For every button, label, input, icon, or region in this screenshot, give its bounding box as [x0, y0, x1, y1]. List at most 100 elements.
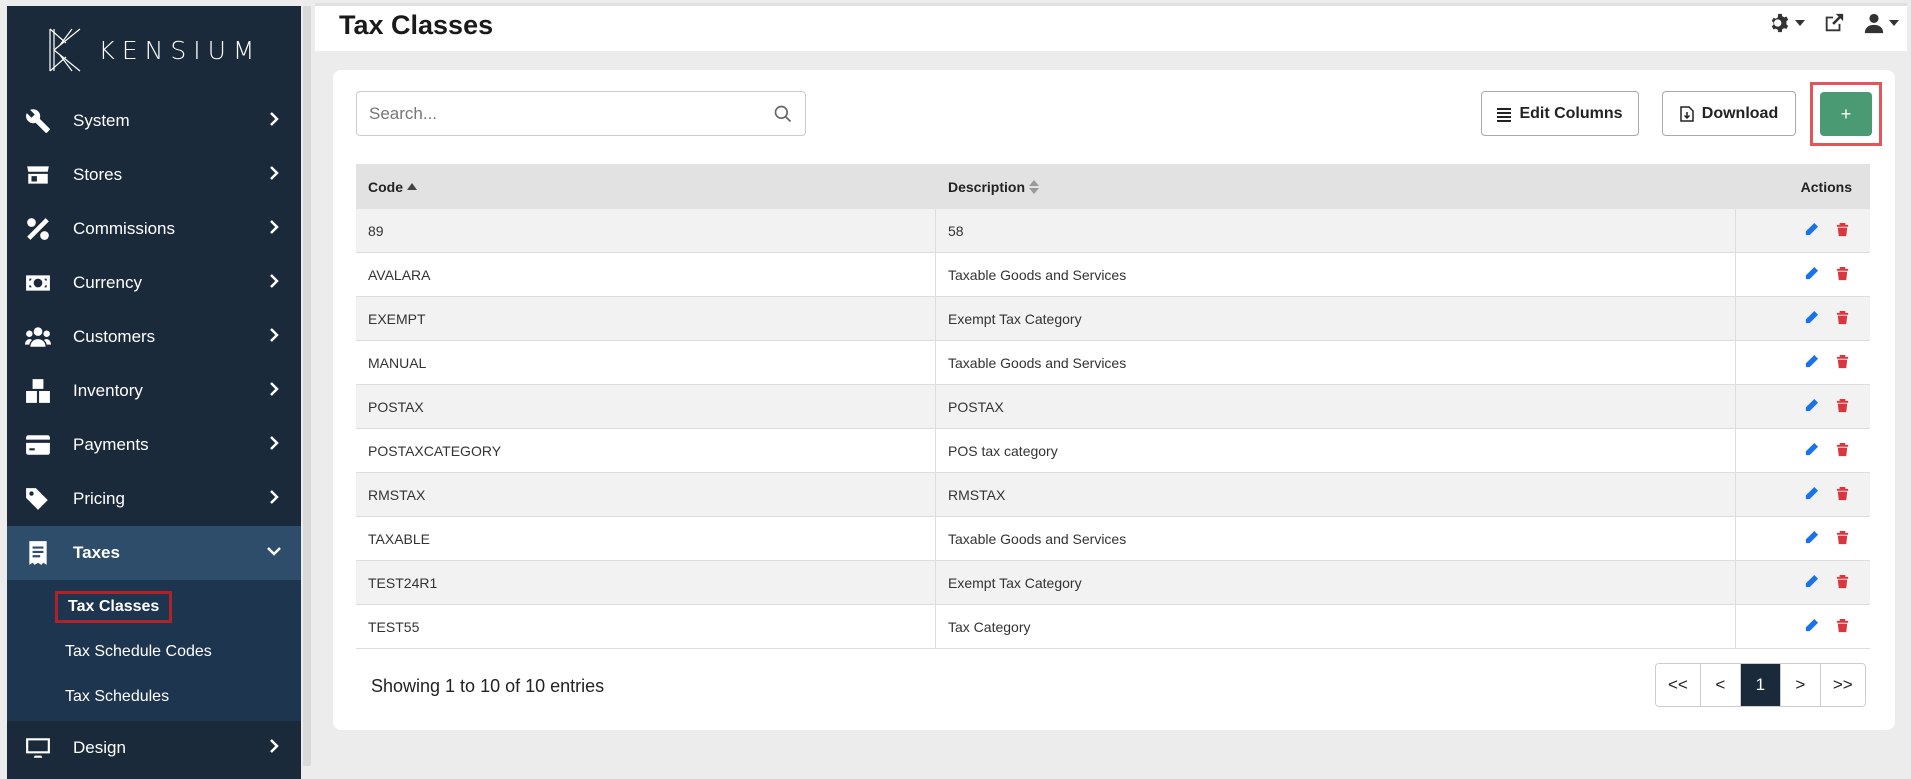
cell-actions [1736, 297, 1870, 340]
sidebar-item-label: Customers [73, 327, 156, 346]
download-button[interactable]: Download [1662, 91, 1796, 136]
brand-logo[interactable]: KENSIUM [7, 6, 301, 94]
search-box [356, 91, 806, 136]
cell-actions [1736, 209, 1870, 252]
edit-columns-button[interactable]: Edit Columns [1481, 91, 1639, 136]
edit-icon[interactable] [1804, 618, 1819, 636]
edit-icon[interactable] [1804, 442, 1819, 460]
top-header: Tax Classes [315, 3, 1907, 51]
wrench-icon [23, 108, 53, 134]
trash-icon[interactable] [1835, 486, 1850, 504]
chevron-right-icon [267, 273, 281, 293]
gear-icon [1771, 13, 1789, 33]
caret-down-icon [1889, 20, 1899, 26]
sidebar-item-stores[interactable]: Stores [7, 148, 301, 202]
sidebar-item-customers[interactable]: Customers [7, 310, 301, 364]
sidebar-item-system[interactable]: System [7, 94, 301, 148]
credit-card-icon [23, 432, 53, 458]
trash-icon[interactable] [1835, 398, 1850, 416]
trash-icon[interactable] [1835, 222, 1850, 240]
cell-description: Taxable Goods and Services [936, 253, 1736, 296]
sidebar-subitem-tax-classes[interactable]: Tax Classes [7, 584, 301, 629]
cell-actions [1736, 517, 1870, 560]
pagination-last[interactable]: >> [1820, 664, 1865, 706]
cell-code: TEST55 [356, 605, 936, 648]
sidebar: KENSIUM System Stores Commissions Curren… [7, 6, 301, 779]
user-icon [1864, 13, 1884, 34]
download-label: Download [1701, 104, 1779, 122]
table-row: TEST55 Tax Category [356, 605, 1870, 649]
sidebar-item-pricing[interactable]: Pricing [7, 472, 301, 526]
edit-icon[interactable] [1804, 530, 1819, 548]
external-link-icon [1825, 13, 1844, 32]
cell-actions [1736, 253, 1870, 296]
settings-menu[interactable] [1769, 12, 1805, 34]
table-row: POSTAXCATEGORY POS tax category [356, 429, 1870, 473]
sidebar-subitem-tax-schedule-codes[interactable]: Tax Schedule Codes [7, 629, 301, 674]
receipt-icon [23, 540, 53, 566]
search-icon[interactable] [773, 104, 793, 124]
main-content: Tax Classes Edit Columns Downl [315, 0, 1911, 779]
cell-actions [1736, 561, 1870, 604]
users-icon [23, 324, 53, 350]
cell-code: AVALARA [356, 253, 936, 296]
cell-code: EXEMPT [356, 297, 936, 340]
trash-icon[interactable] [1835, 618, 1850, 636]
sidebar-subitem-label: Tax Schedules [65, 687, 170, 705]
sidebar-subitem-tax-schedules[interactable]: Tax Schedules [7, 674, 301, 719]
trash-icon[interactable] [1835, 354, 1850, 372]
pagination-first[interactable]: << [1656, 664, 1701, 706]
pagination-prev[interactable]: < [1700, 664, 1741, 706]
sidebar-item-commissions[interactable]: Commissions [7, 202, 301, 256]
cell-description: 58 [936, 209, 1736, 252]
edit-icon[interactable] [1804, 354, 1819, 372]
table-row: AVALARA Taxable Goods and Services [356, 253, 1870, 297]
chevron-right-icon [267, 381, 281, 401]
sidebar-item-payments[interactable]: Payments [7, 418, 301, 472]
sidebar-scrollbar[interactable] [303, 6, 311, 766]
sidebar-item-inventory[interactable]: Inventory [7, 364, 301, 418]
edit-icon[interactable] [1804, 398, 1819, 416]
chevron-right-icon [267, 219, 281, 239]
chevron-right-icon [267, 435, 281, 455]
chevron-right-icon [267, 489, 281, 509]
trash-icon[interactable] [1835, 574, 1850, 592]
edit-icon[interactable] [1804, 486, 1819, 504]
sidebar-item-label: Inventory [73, 381, 143, 400]
taxes-submenu: Tax Classes Tax Schedule Codes Tax Sched… [7, 580, 301, 721]
trash-icon[interactable] [1835, 530, 1850, 548]
chevron-down-icon [267, 543, 281, 563]
edit-icon[interactable] [1804, 310, 1819, 328]
add-button[interactable]: + [1820, 92, 1872, 136]
user-menu[interactable] [1863, 12, 1899, 34]
sidebar-item-taxes[interactable]: Taxes [7, 526, 301, 580]
cell-description: RMSTAX [936, 473, 1736, 516]
chevron-right-icon [267, 327, 281, 347]
column-header-description[interactable]: Description [936, 164, 1736, 209]
trash-icon[interactable] [1835, 310, 1850, 328]
cell-description: Tax Category [936, 605, 1736, 648]
edit-icon[interactable] [1804, 266, 1819, 284]
sidebar-item-design[interactable]: Design [7, 721, 301, 775]
cell-actions [1736, 473, 1870, 516]
file-download-icon [1680, 105, 1694, 122]
sidebar-item-label: Currency [73, 273, 142, 292]
pagination-next[interactable]: > [1780, 664, 1821, 706]
trash-icon[interactable] [1835, 266, 1850, 284]
search-input[interactable] [369, 103, 773, 124]
sidebar-item-label: Payments [73, 435, 149, 454]
header-actions [1769, 12, 1899, 34]
cell-code: POSTAXCATEGORY [356, 429, 936, 472]
sidebar-item-currency[interactable]: Currency [7, 256, 301, 310]
column-header-code[interactable]: Code [356, 164, 936, 209]
pagination-page-1[interactable]: 1 [1740, 664, 1781, 706]
store-icon [23, 162, 53, 188]
brand-name: KENSIUM [98, 35, 262, 65]
table-row: 89 58 [356, 209, 1870, 253]
content-card: Edit Columns Download + Code Description… [333, 70, 1895, 730]
table-row: EXEMPT Exempt Tax Category [356, 297, 1870, 341]
edit-icon[interactable] [1804, 574, 1819, 592]
external-link-button[interactable] [1823, 12, 1845, 34]
edit-icon[interactable] [1804, 222, 1819, 240]
trash-icon[interactable] [1835, 442, 1850, 460]
